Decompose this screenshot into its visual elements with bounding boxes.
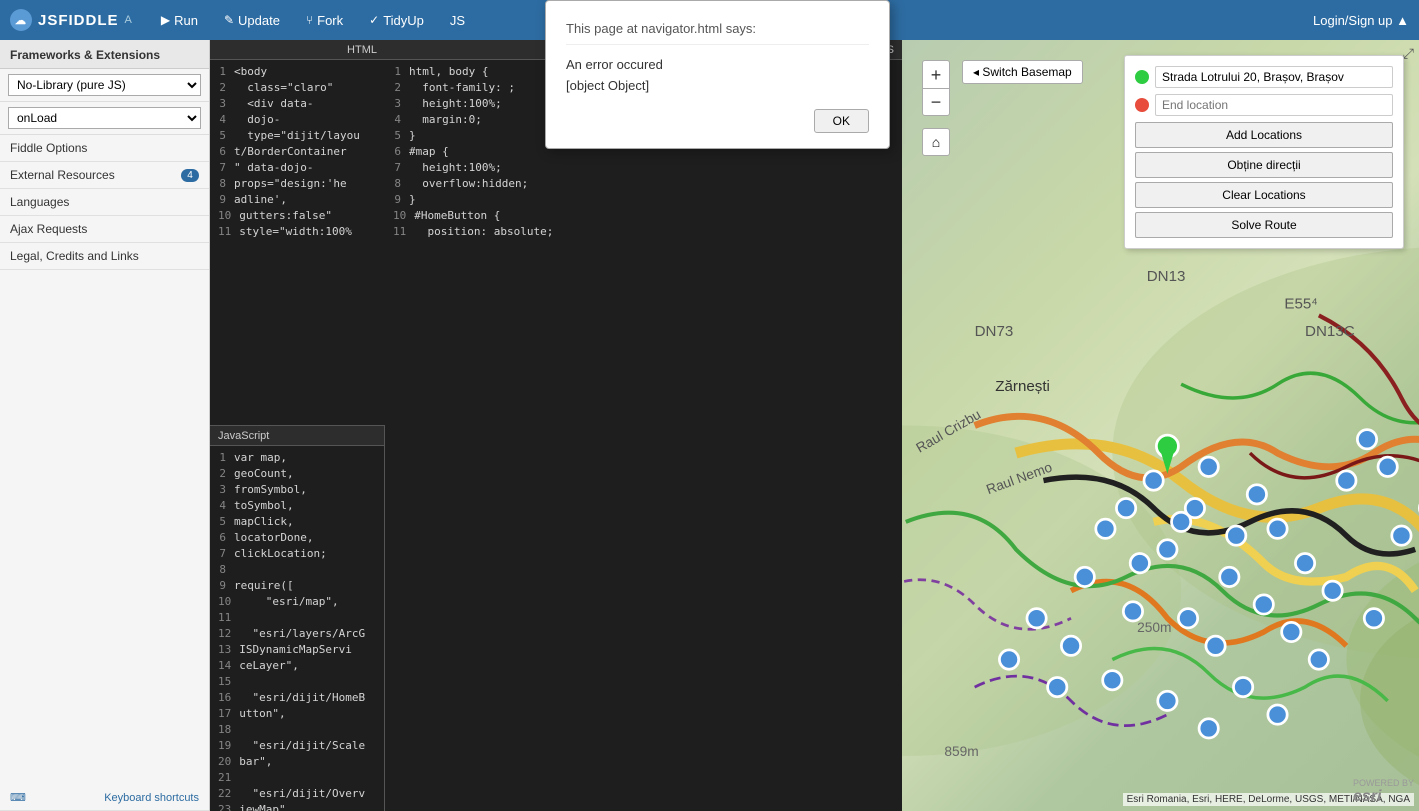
dialog-page-msg: This page at navigator.html says: (566, 21, 869, 45)
dialog-ok-button[interactable]: OK (814, 109, 869, 133)
dialog-error-body: [object Object] (566, 78, 869, 93)
error-dialog: This page at navigator.html says: An err… (0, 0, 1419, 811)
dialog-box: This page at navigator.html says: An err… (545, 0, 890, 149)
dialog-error-title: An error occured (566, 57, 869, 72)
dialog-footer: OK (566, 109, 869, 133)
